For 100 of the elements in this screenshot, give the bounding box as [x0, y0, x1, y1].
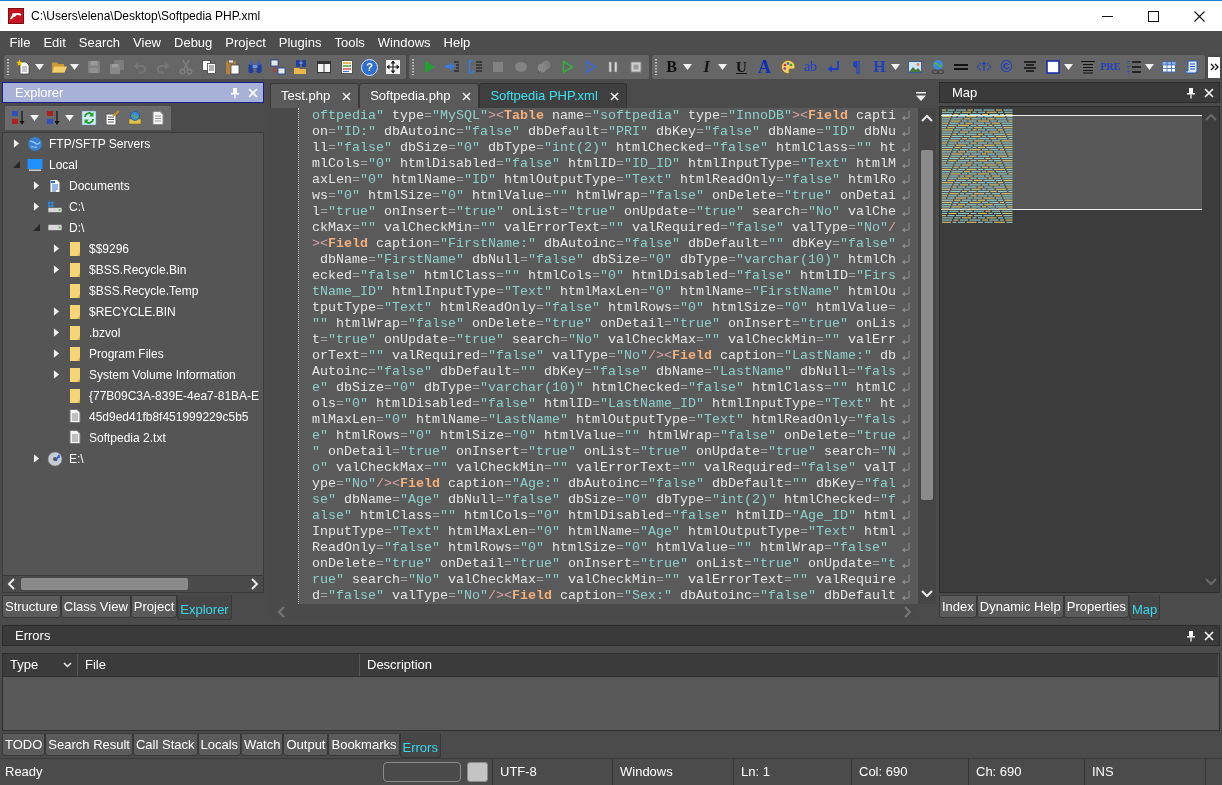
menu-item[interactable]: Plugins — [272, 36, 328, 49]
globe-icon — [27, 135, 43, 152]
menu-item[interactable]: Project — [218, 36, 273, 49]
menu-item[interactable]: Tools — [327, 36, 372, 49]
panel-tab[interactable]: Bookmarks — [328, 733, 400, 756]
dropdown-caret-icon[interactable] — [683, 64, 692, 70]
pin-icon[interactable] — [1186, 629, 1196, 642]
dropdown-caret-icon[interactable] — [35, 64, 44, 70]
tree-item[interactable]: C:\ — [69, 197, 85, 216]
tree-item[interactable]: $RECYCLE.BIN — [89, 302, 176, 321]
close-icon[interactable] — [609, 91, 619, 101]
close-icon[interactable] — [462, 91, 472, 101]
file-icon — [69, 409, 81, 424]
chevron-down-icon[interactable] — [63, 662, 72, 668]
column-header[interactable]: File — [78, 654, 360, 676]
new-file-icon — [15, 59, 32, 75]
close-icon[interactable] — [1204, 630, 1214, 641]
scrollbar-thumb[interactable] — [21, 578, 188, 590]
panel-tab[interactable]: Properties — [1063, 595, 1129, 618]
editor-tab[interactable]: Softpedia PHP.xml — [479, 83, 627, 108]
disc-icon — [47, 450, 63, 467]
menu-item[interactable]: Windows — [371, 36, 438, 49]
tree-item[interactable]: 45d9ed41fb8f451999229c5b5 — [89, 407, 249, 426]
toolbar-grip[interactable] — [5, 58, 11, 76]
editor-tab[interactable]: Test.php — [270, 83, 360, 108]
app-icon — [8, 8, 24, 24]
panel-tab[interactable]: TODO — [2, 733, 46, 756]
code-line: "" htmlWrap="false" onDelete="true" onDetail="true" onInsert="true" onLis — [312, 316, 896, 332]
panel-tab[interactable]: Explorer — [177, 595, 232, 620]
expand-arrow-icon[interactable] — [32, 180, 40, 191]
menu-item[interactable]: Help — [437, 36, 477, 49]
dropdown-caret-icon[interactable] — [30, 115, 39, 121]
expand-arrow-icon[interactable] — [52, 348, 60, 359]
panel-tab[interactable]: Watch — [241, 733, 284, 756]
sort-descending-icon — [45, 110, 62, 126]
tree-item[interactable]: $$9296 — [89, 239, 130, 258]
column-header[interactable]: Type — [3, 654, 78, 676]
dropdown-caret-icon[interactable] — [70, 64, 79, 70]
tree-item[interactable]: FTP/SFTP Servers — [49, 134, 151, 153]
column-header[interactable]: Description — [360, 654, 1219, 676]
toolbar-grip[interactable] — [653, 58, 659, 76]
panel-tab[interactable]: Class View — [60, 595, 131, 618]
panel-tab[interactable]: Search Result — [45, 733, 133, 756]
dropdown-caret-icon[interactable] — [1064, 64, 1073, 70]
menu-item[interactable]: Search — [72, 36, 127, 49]
tree-item[interactable]: {77B09C3A-839E-4ea7-81BA-E — [89, 386, 260, 405]
expand-arrow-icon[interactable] — [32, 453, 40, 464]
menu-item[interactable]: Edit — [36, 36, 73, 49]
panel-tab[interactable]: Index — [939, 595, 977, 618]
panel-tab[interactable]: Errors — [399, 733, 441, 758]
panel-tab[interactable]: Output — [283, 733, 329, 756]
expand-arrow-icon[interactable] — [12, 138, 20, 149]
expand-arrow-icon[interactable] — [52, 327, 60, 338]
panel-tab[interactable]: Structure — [2, 595, 61, 618]
tree-item[interactable]: E:\ — [69, 449, 84, 468]
tab-list-icon[interactable] — [916, 92, 926, 101]
toolbar-grip[interactable] — [410, 58, 416, 76]
dropdown-caret-icon[interactable] — [1145, 64, 1154, 70]
tree-item[interactable]: Softpedia 2.txt — [89, 428, 166, 447]
status-button[interactable] — [467, 762, 488, 782]
tree-item[interactable]: $BSS.Recycle.Temp — [89, 281, 199, 300]
tree-item[interactable]: Documents — [69, 176, 130, 195]
expand-arrow-icon[interactable] — [52, 306, 60, 317]
tree-item[interactable]: $BSS.Recycle.Bin — [89, 260, 187, 279]
expand-arrow-icon[interactable] — [32, 201, 40, 212]
menu-item[interactable]: Debug — [167, 36, 219, 49]
panel-tab[interactable]: Project — [130, 595, 178, 618]
dropdown-caret-icon[interactable] — [891, 64, 900, 70]
folder-icon — [70, 241, 80, 256]
dropdown-caret-icon[interactable] — [65, 115, 74, 121]
expand-arrow-icon[interactable] — [52, 243, 60, 254]
code-line: ype="No"/><Field caption="Age:" dbAutoinc="false" dbDefault="" dbKey="fal — [312, 476, 896, 492]
panel-tab[interactable]: Map — [1129, 595, 1161, 620]
panel-tab[interactable]: Locals — [197, 733, 242, 756]
document-icon — [149, 110, 166, 126]
toolbar-overflow-button[interactable] — [1208, 56, 1220, 78]
return-arrow-icon — [825, 59, 842, 75]
panel-tab[interactable]: Call Stack — [133, 733, 198, 756]
tree-item[interactable]: .bzvol — [89, 323, 121, 342]
expand-arrow-icon[interactable] — [52, 264, 60, 275]
close-icon[interactable] — [1204, 87, 1214, 98]
expand-arrow-icon[interactable] — [52, 369, 60, 380]
close-icon[interactable] — [342, 91, 352, 101]
status-input-field[interactable] — [383, 762, 461, 782]
pin-icon[interactable] — [1186, 86, 1196, 99]
tree-item[interactable]: System Volume Information — [89, 365, 236, 384]
code-line: ols="0" htmlDisabled="false" htmlID="LastName_ID" htmlInputType="Text" ht — [312, 396, 896, 412]
menu-item[interactable]: View — [126, 36, 168, 49]
editor-tab[interactable]: Softpedia.php — [359, 83, 480, 108]
tree-item[interactable]: Program Files — [89, 344, 164, 363]
dropdown-caret-icon[interactable] — [718, 64, 727, 70]
tree-item[interactable]: Local — [49, 155, 78, 174]
scrollbar-thumb[interactable] — [921, 150, 933, 500]
tree-item[interactable]: D:\ — [69, 218, 85, 237]
panel-tab[interactable]: Dynamic Help — [976, 595, 1064, 618]
status-text: INS — [1092, 763, 1114, 782]
horizontal-scrollbar[interactable] — [3, 575, 263, 592]
menu-item[interactable]: File — [3, 36, 37, 49]
vertical-scrollbar[interactable] — [918, 108, 936, 604]
code-minimap[interactable] — [941, 109, 1203, 225]
